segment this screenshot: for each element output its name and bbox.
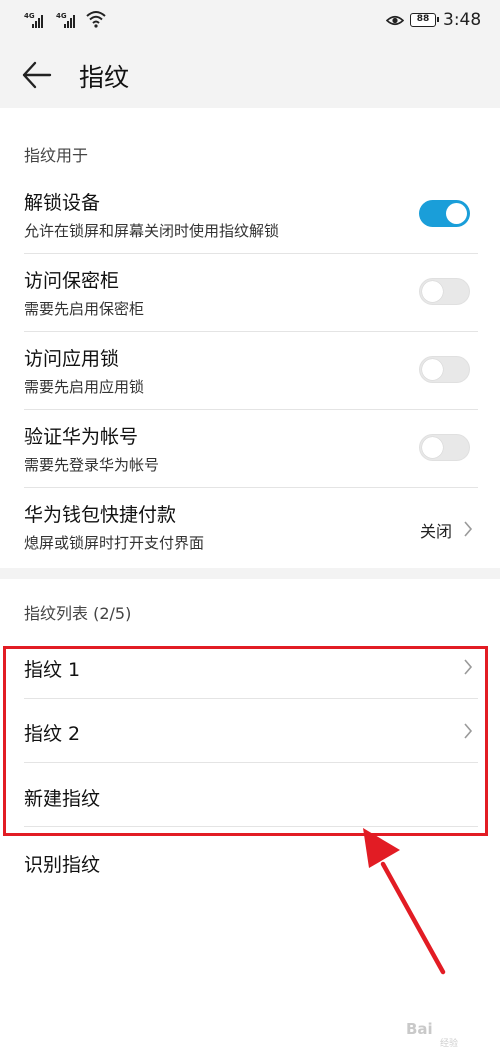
row-title: 解锁设备 — [24, 192, 101, 214]
row-title: 验证华为帐号 — [24, 426, 139, 448]
setting-row-wallet-payment[interactable]: 华为钱包快捷付款 熄屏或锁屏时打开支付界面 关闭 — [0, 492, 500, 566]
unlock-device-toggle[interactable] — [419, 200, 470, 227]
safe-toggle[interactable] — [419, 278, 470, 305]
setting-row-huawei-account[interactable]: 验证华为帐号 需要先登录华为帐号 — [0, 414, 500, 488]
wifi-icon — [86, 11, 106, 28]
section-gap — [0, 568, 500, 579]
row-title: 华为钱包快捷付款 — [24, 504, 177, 526]
app-lock-toggle[interactable] — [419, 356, 470, 383]
watermark-logo: Bai 经验 — [386, 1012, 498, 1052]
section-header-fingerprint-list: 指纹列表 (2/5) — [24, 604, 132, 623]
watermark-text: Bai — [406, 1020, 433, 1038]
huawei-account-toggle[interactable] — [419, 434, 470, 461]
divider — [24, 253, 478, 254]
row-title: 访问保密柜 — [24, 270, 120, 292]
page-title: 指纹 — [79, 63, 130, 92]
row-title: 识别指纹 — [24, 854, 101, 876]
back-arrow-icon[interactable] — [20, 60, 54, 90]
setting-row-app-lock[interactable]: 访问应用锁 需要先启用应用锁 — [0, 336, 500, 410]
row-subtitle: 需要先启用应用锁 — [24, 378, 145, 396]
chevron-right-icon — [464, 521, 473, 537]
row-subtitle: 熄屏或锁屏时打开支付界面 — [24, 534, 205, 552]
annotation-arrow-icon — [363, 828, 446, 975]
eye-icon — [386, 15, 404, 26]
setting-row-safe[interactable]: 访问保密柜 需要先启用保密柜 — [0, 258, 500, 332]
divider — [24, 409, 478, 410]
watermark-sub: 经验 — [440, 1039, 459, 1049]
clock: 3:48 — [443, 10, 482, 30]
highlight-box — [3, 646, 488, 836]
row-subtitle: 需要先启用保密柜 — [24, 300, 145, 318]
wallet-payment-value: 关闭 — [420, 522, 453, 541]
row-subtitle: 需要先登录华为帐号 — [24, 456, 160, 474]
battery-icon: 88 — [410, 13, 439, 27]
app-header: 指纹 — [0, 42, 500, 108]
divider — [24, 331, 478, 332]
row-title: 访问应用锁 — [24, 348, 120, 370]
status-bar: 4G 4G 88 3:48 — [0, 0, 500, 42]
row-subtitle: 允许在锁屏和屏幕关闭时使用指纹解锁 — [24, 222, 280, 240]
divider — [24, 487, 478, 488]
setting-row-unlock-device[interactable]: 解锁设备 允许在锁屏和屏幕关闭时使用指纹解锁 — [0, 180, 500, 254]
section-header-usage: 指纹用于 — [24, 146, 89, 165]
